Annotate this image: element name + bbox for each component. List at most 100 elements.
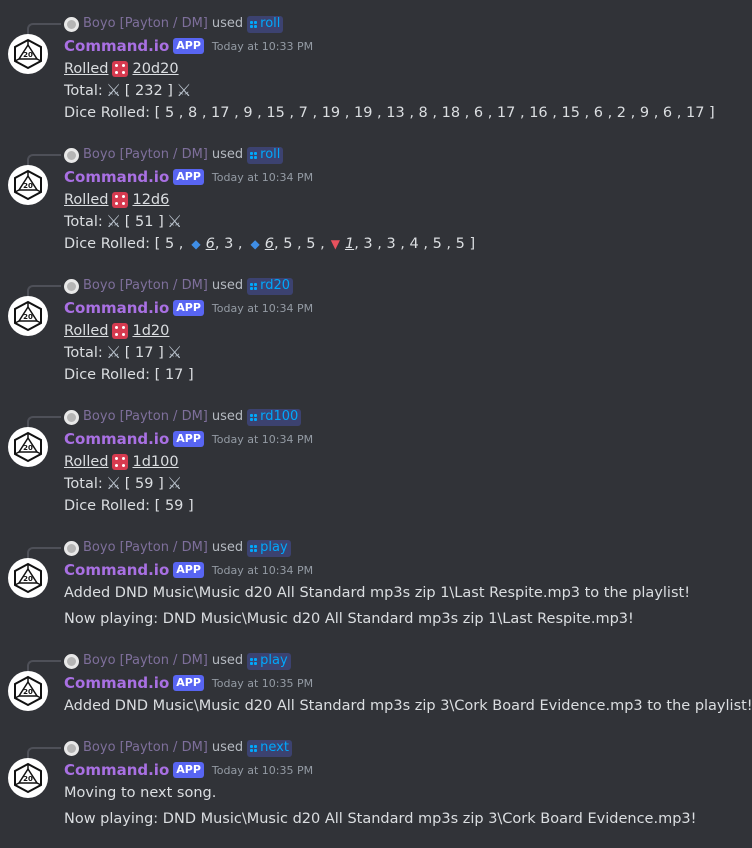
reply-context[interactable]: Boyo [Payton / DM] used play bbox=[64, 539, 291, 557]
command-name: roll bbox=[260, 147, 281, 162]
bot-avatar[interactable]: 20 bbox=[8, 34, 48, 74]
svg-text:20: 20 bbox=[23, 775, 33, 783]
dice-line: Dice Rolled: [ 5 , ◆ 6, 3 , ◆ 6, 5 , 5 , ▼ 1, … bbox=[64, 233, 475, 255]
max-roll-value: 6 bbox=[205, 236, 215, 252]
d20-icon: 20 bbox=[14, 38, 42, 70]
bot-username[interactable]: Command.io bbox=[64, 674, 169, 692]
rolled-line: Rolled 1d20 bbox=[64, 320, 194, 342]
command-chip[interactable]: roll bbox=[247, 146, 284, 164]
command-name: rd100 bbox=[260, 409, 299, 424]
bot-username[interactable]: Command.io bbox=[64, 761, 169, 779]
total-label: Total: bbox=[64, 83, 103, 99]
roll-expression: 12d6 bbox=[132, 192, 170, 208]
total-value: [ 232 ] bbox=[124, 83, 173, 99]
timestamp[interactable]: Today at 10:35 PM bbox=[212, 764, 313, 777]
bot-avatar[interactable]: 20 bbox=[8, 427, 48, 467]
message-body: Added DND Music\Music d20 All Standard m… bbox=[64, 582, 690, 630]
user-avatar[interactable] bbox=[64, 409, 79, 425]
bot-username[interactable]: Command.io bbox=[64, 561, 169, 579]
timestamp[interactable]: Today at 10:34 PM bbox=[212, 171, 313, 184]
dice-line: Dice Rolled: [ 17 ] bbox=[64, 364, 194, 386]
user-avatar[interactable] bbox=[64, 278, 79, 294]
reply-username[interactable]: Boyo [Payton / DM] bbox=[83, 277, 208, 295]
dice-icon bbox=[112, 454, 129, 470]
total-label: Total: bbox=[64, 214, 103, 230]
message-header: Command.io APP Today at 10:34 PM bbox=[64, 166, 313, 188]
timestamp[interactable]: Today at 10:35 PM bbox=[212, 677, 313, 690]
total-line: Total: ⚔[ 59 ] ⚔ bbox=[64, 473, 194, 495]
user-avatar[interactable] bbox=[64, 653, 79, 669]
crossed-swords-icon: ⚔ bbox=[106, 212, 122, 232]
app-badge: APP bbox=[173, 300, 204, 316]
reply-username[interactable]: Boyo [Payton / DM] bbox=[83, 408, 208, 426]
bot-avatar[interactable]: 20 bbox=[8, 758, 48, 798]
total-line: Total: ⚔[ 17 ] ⚔ bbox=[64, 342, 194, 364]
min-roll-value: 1 bbox=[344, 236, 355, 252]
roll-expression: 20d20 bbox=[132, 61, 179, 77]
dice-icon bbox=[112, 323, 129, 339]
reply-context[interactable]: Boyo [Payton / DM] used rd100 bbox=[64, 408, 302, 426]
crossed-swords-icon: ⚔ bbox=[167, 343, 183, 363]
bot-avatar[interactable]: 20 bbox=[8, 296, 48, 336]
dice-icon bbox=[112, 61, 129, 77]
now-playing-line: Now playing: DND Music\Music d20 All Sta… bbox=[64, 611, 634, 627]
crossed-swords-icon: ⚔ bbox=[106, 81, 122, 101]
reply-context[interactable]: Boyo [Payton / DM] used next bbox=[64, 739, 292, 757]
app-badge: APP bbox=[173, 762, 204, 778]
message-header: Command.io APP Today at 10:35 PM bbox=[64, 672, 313, 694]
timestamp[interactable]: Today at 10:34 PM bbox=[212, 302, 313, 315]
rolled-label: Rolled bbox=[64, 61, 109, 77]
reply-username[interactable]: Boyo [Payton / DM] bbox=[83, 15, 208, 33]
command-chip[interactable]: play bbox=[247, 652, 291, 670]
user-avatar[interactable] bbox=[64, 540, 79, 556]
command-chip[interactable]: roll bbox=[247, 15, 284, 33]
now-playing-line: Now playing: DND Music\Music d20 All Sta… bbox=[64, 811, 697, 827]
timestamp[interactable]: Today at 10:34 PM bbox=[212, 433, 313, 446]
dice-label: Dice Rolled: bbox=[64, 498, 151, 514]
bot-avatar[interactable]: 20 bbox=[8, 558, 48, 598]
bot-avatar[interactable]: 20 bbox=[8, 165, 48, 205]
bot-username[interactable]: Command.io bbox=[64, 168, 169, 186]
timestamp[interactable]: Today at 10:33 PM bbox=[212, 40, 313, 53]
user-avatar[interactable] bbox=[64, 740, 79, 756]
slash-command-icon bbox=[250, 544, 258, 552]
reply-context[interactable]: Boyo [Payton / DM] used play bbox=[64, 652, 291, 670]
message-header: Command.io APP Today at 10:35 PM bbox=[64, 759, 313, 781]
app-badge: APP bbox=[173, 169, 204, 185]
dice-values: [ 5 , 8 , 17 , 9 , 15 , 7 , 19 , 19 , 13… bbox=[154, 105, 715, 121]
reply-username[interactable]: Boyo [Payton / DM] bbox=[83, 146, 208, 164]
d20-icon: 20 bbox=[14, 675, 42, 707]
dice-line: Dice Rolled: [ 59 ] bbox=[64, 495, 194, 517]
user-avatar[interactable] bbox=[64, 16, 79, 32]
message-body: Rolled 1d20 Total: ⚔[ 17 ] ⚔ Dice Rolled: [… bbox=[64, 320, 194, 386]
dice-label: Dice Rolled: bbox=[64, 236, 151, 252]
command-name: roll bbox=[260, 16, 281, 31]
reply-username[interactable]: Boyo [Payton / DM] bbox=[83, 539, 208, 557]
bot-username[interactable]: Command.io bbox=[64, 430, 169, 448]
dice-label: Dice Rolled: bbox=[64, 105, 151, 121]
total-line: Total: ⚔[ 51 ] ⚔ bbox=[64, 211, 475, 233]
slash-command-icon bbox=[250, 20, 258, 28]
moving-line: Moving to next song. bbox=[64, 785, 217, 801]
timestamp[interactable]: Today at 10:34 PM bbox=[212, 564, 313, 577]
reply-context[interactable]: Boyo [Payton / DM] used roll bbox=[64, 146, 284, 164]
bot-avatar[interactable]: 20 bbox=[8, 671, 48, 711]
command-chip[interactable]: rd20 bbox=[247, 277, 294, 295]
bot-username[interactable]: Command.io bbox=[64, 37, 169, 55]
reply-context[interactable]: Boyo [Payton / DM] used roll bbox=[64, 15, 284, 33]
command-chip[interactable]: next bbox=[247, 739, 292, 757]
svg-text:20: 20 bbox=[23, 688, 33, 696]
bot-username[interactable]: Command.io bbox=[64, 299, 169, 317]
total-label: Total: bbox=[64, 345, 103, 361]
max-roll-value: 6 bbox=[264, 236, 274, 252]
reply-username[interactable]: Boyo [Payton / DM] bbox=[83, 739, 208, 757]
command-chip[interactable]: rd100 bbox=[247, 408, 302, 426]
command-chip[interactable]: play bbox=[247, 539, 291, 557]
added-line: Added DND Music\Music d20 All Standard m… bbox=[64, 585, 691, 601]
user-avatar[interactable] bbox=[64, 147, 79, 163]
crossed-swords-icon: ⚔ bbox=[167, 474, 183, 494]
reply-context[interactable]: Boyo [Payton / DM] used rd20 bbox=[64, 277, 294, 295]
reply-username[interactable]: Boyo [Payton / DM] bbox=[83, 652, 208, 670]
total-value: [ 51 ] bbox=[124, 214, 164, 230]
rolled-label: Rolled bbox=[64, 323, 109, 339]
